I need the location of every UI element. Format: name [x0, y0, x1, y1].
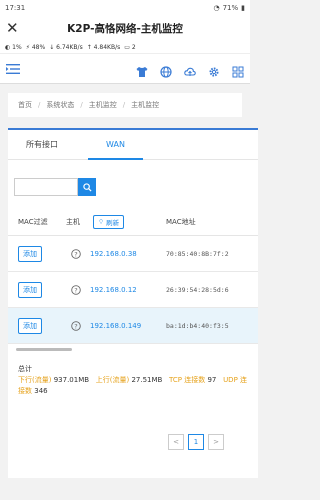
- download-icon: ↓: [49, 44, 55, 51]
- refresh-label: 刷新: [106, 218, 120, 227]
- host-ip[interactable]: 192.168.0.12: [86, 286, 164, 294]
- cloud-upload-icon[interactable]: [184, 63, 196, 76]
- mem-stat: ⚡ 48%: [26, 44, 45, 51]
- cpu-value: 1%: [12, 44, 22, 51]
- search-row: [14, 178, 96, 196]
- breadcrumb-home[interactable]: 首页: [18, 100, 32, 110]
- add-button[interactable]: 添加: [18, 317, 42, 334]
- host-table: MAC过滤 主机 ⌔ 刷新 MAC地址 添加 ? 192.168.0.38 70…: [8, 208, 258, 344]
- action-cell: 添加: [8, 245, 66, 262]
- mem-value: 48%: [31, 44, 46, 51]
- up-value: 27.51MB: [131, 376, 163, 384]
- header-host: 主机: [66, 217, 80, 226]
- monitor-icon: ▭: [124, 44, 130, 51]
- mac-address: 26:39:54:28:5d:6: [166, 285, 229, 294]
- globe-icon[interactable]: [160, 63, 172, 78]
- svg-text:?: ?: [74, 250, 77, 258]
- cpu-icon: ◐: [5, 44, 11, 51]
- down-label: 下行(流量): [18, 376, 52, 384]
- grid-icon[interactable]: [232, 63, 244, 77]
- upload-stat: ↑ 4.84KB/s: [87, 44, 121, 51]
- next-page-button[interactable]: >: [208, 434, 224, 450]
- svg-text:?: ?: [74, 322, 77, 330]
- breadcrumb-current: 主机监控: [131, 101, 160, 109]
- breadcrumb-separator: /: [122, 101, 126, 109]
- wifi-icon: ◔: [213, 3, 220, 12]
- host-ip[interactable]: 192.168.0.38: [86, 250, 164, 258]
- battery-icon: ▮: [241, 3, 245, 12]
- toolbar-icons: [136, 63, 244, 78]
- refresh-button[interactable]: ⌔ 刷新: [93, 214, 125, 229]
- search-button[interactable]: [78, 178, 96, 196]
- tcp-label: TCP 连接数: [169, 376, 206, 384]
- tab-wan[interactable]: WAN: [88, 130, 143, 160]
- add-button[interactable]: 添加: [18, 281, 42, 298]
- interface-tabs: 所有接口 WAN: [8, 130, 258, 160]
- breadcrumb-system-status[interactable]: 系统状态: [46, 100, 74, 110]
- header-refresh-cell: ⌔ 刷新: [86, 214, 164, 229]
- add-button[interactable]: 添加: [18, 245, 42, 262]
- host-monitor-panel: 所有接口 WAN MAC过滤 主机 ⌔ 刷新 MAC地址 添加 ? 192.16…: [8, 128, 258, 478]
- upload-icon: ↑: [86, 44, 92, 51]
- help-cell: ?: [66, 248, 86, 259]
- mac-address: 70:85:40:8B:7f:2: [166, 249, 229, 258]
- page-1-button[interactable]: 1: [188, 434, 204, 450]
- close-icon[interactable]: ✕: [6, 21, 24, 36]
- breadcrumb-separator: /: [38, 101, 41, 109]
- svg-text:?: ?: [74, 286, 77, 294]
- horizontal-scrollbar[interactable]: [16, 348, 72, 351]
- stats-bar: ◐ 1% ⚡ 48% ↓ 6.74KB/s ↑ 4.84KB/s ▭ 2: [0, 42, 250, 54]
- host-ip[interactable]: 192.168.0.149: [86, 322, 164, 330]
- download-value: 6.74KB/s: [56, 44, 83, 51]
- bottom-fade: [0, 488, 250, 500]
- device-count-value: 2: [131, 44, 136, 51]
- tab-all-interfaces[interactable]: 所有接口: [8, 130, 76, 160]
- table-row: 添加 ? 192.168.0.38 70:85:40:8B:7f:2: [8, 236, 258, 272]
- pagination: < 1 >: [168, 434, 224, 450]
- mac-address: ba:1d:b4:40:f3:5: [166, 321, 229, 330]
- tshirt-icon[interactable]: [136, 63, 148, 77]
- table-header: MAC过滤 主机 ⌔ 刷新 MAC地址: [8, 208, 258, 236]
- table-row: 添加 ? 192.168.0.149 ba:1d:b4:40:f3:5: [8, 308, 258, 344]
- gear-icon[interactable]: [208, 63, 220, 76]
- breadcrumb-host-monitor[interactable]: 主机监控: [89, 100, 117, 110]
- breadcrumb-separator: /: [80, 101, 83, 109]
- cpu-stat: ◐ 1%: [5, 44, 22, 51]
- toolbar: [0, 54, 250, 84]
- header-mac-address: MAC地址: [166, 217, 196, 226]
- prev-page-button[interactable]: <: [168, 434, 184, 450]
- search-input[interactable]: [14, 178, 78, 196]
- traffic-summary: 总计 下行(流量) 937.01MB 上行(流量) 27.51MB TCP 连接…: [8, 356, 258, 405]
- clock: 17:31: [5, 3, 26, 12]
- page-title: K2P-高恪网络-主机监控: [67, 23, 183, 35]
- action-cell: 添加: [8, 317, 66, 334]
- search-icon: [82, 182, 92, 192]
- memory-icon: ⚡: [25, 44, 30, 51]
- download-stat: ↓ 6.74KB/s: [49, 44, 83, 51]
- action-cell: 添加: [8, 281, 66, 298]
- question-icon[interactable]: ?: [71, 248, 81, 259]
- device-count: ▭ 2: [124, 44, 135, 51]
- question-icon[interactable]: ?: [71, 284, 81, 295]
- udp-value: 346: [34, 387, 48, 395]
- battery-level: 71%: [222, 3, 239, 12]
- down-value: 937.01MB: [53, 376, 90, 384]
- status-icons: ◔ 71% ▮: [213, 4, 245, 12]
- status-bar: 17:31 ◔ 71% ▮: [0, 0, 250, 15]
- question-icon[interactable]: ?: [71, 320, 81, 331]
- wifi-icon: ⌔: [98, 218, 105, 226]
- breadcrumb: 首页 / 系统状态 / 主机监控 / 主机监控: [8, 93, 242, 117]
- upload-value: 4.84KB/s: [93, 44, 121, 51]
- help-cell: ?: [66, 284, 86, 295]
- table-row: 添加 ? 192.168.0.12 26:39:54:28:5d:6: [8, 272, 258, 308]
- summary-title: 总计: [18, 365, 32, 373]
- tcp-value: 97: [207, 376, 217, 384]
- up-label: 上行(流量): [95, 376, 130, 384]
- header-mac-filter: MAC过滤: [18, 217, 48, 226]
- title-bar: ✕ K2P-高恪网络-主机监控: [0, 15, 250, 42]
- menu-icon[interactable]: [6, 63, 20, 75]
- help-cell: ?: [66, 320, 86, 331]
- summary-line: 下行(流量) 937.01MB 上行(流量) 27.51MB TCP 连接数 9…: [18, 375, 248, 397]
